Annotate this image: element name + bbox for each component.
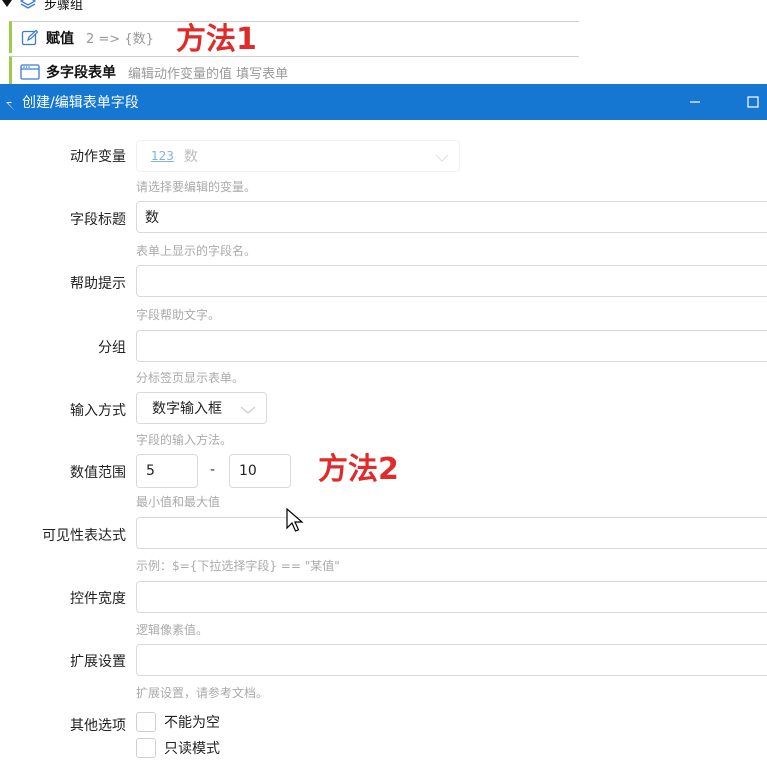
field-title-value: 数 — [145, 210, 159, 226]
checkbox-box[interactable] — [136, 712, 156, 732]
edit-icon — [20, 28, 40, 48]
step-title: 多字段表单 — [46, 65, 116, 81]
help-width: 逻辑像素值。 — [136, 623, 209, 637]
action-var-select[interactable]: 123 数 — [136, 140, 460, 172]
step-row-assign[interactable]: 赋值 2 => {数} — [9, 21, 579, 53]
ext-input[interactable] — [136, 644, 767, 676]
checkbox-readonly[interactable]: 只读模式 — [136, 738, 220, 758]
label-group: 分组 — [98, 340, 126, 356]
input-mode-select[interactable]: 数字输入框 — [136, 392, 267, 424]
step-group-label: 步骤组 — [44, 0, 84, 13]
label-range: 数值范围 — [70, 465, 126, 481]
range-min-input[interactable]: 5 — [136, 454, 198, 488]
lightning-icon — [2, 92, 16, 112]
action-var-value: 数 — [183, 149, 198, 165]
annotation-method1: 方法1 — [176, 22, 257, 57]
chevron-down-icon — [240, 403, 256, 419]
field-title-input[interactable]: 数 — [136, 201, 767, 233]
range-max-input[interactable]: 10 — [229, 454, 291, 488]
help-help-tip: 字段帮助文字。 — [136, 308, 221, 322]
step-desc: 2 => {数} — [86, 32, 154, 47]
checkbox-label: 只读模式 — [164, 741, 220, 757]
step-title: 赋值 — [46, 30, 74, 47]
visible-expr-input[interactable] — [136, 517, 767, 549]
checkbox-label: 不能为空 — [164, 715, 220, 731]
input-mode-value: 数字输入框 — [152, 401, 222, 417]
dialog-title: 创建/编辑表单字段 — [22, 95, 139, 111]
help-group: 分标签页显示表单。 — [136, 371, 245, 385]
dialog-titlebar[interactable]: 创建/编辑表单字段 — [0, 84, 767, 120]
range-min-value: 5 — [146, 463, 155, 479]
help-ext: 扩展设置，请参考文档。 — [136, 686, 269, 700]
help-action-var: 请选择要编辑的变量。 — [136, 180, 257, 194]
window-icon — [20, 62, 40, 82]
label-field-title: 字段标题 — [70, 212, 126, 228]
help-tip-input[interactable] — [136, 265, 767, 297]
label-visible-expr: 可见性表达式 — [42, 528, 126, 544]
help-visible-expr: 示例：$={下拉选择字段} == "某值" — [136, 559, 340, 573]
chevron-down-icon — [435, 151, 449, 167]
checkbox-box[interactable] — [136, 738, 156, 758]
label-width: 控件宽度 — [70, 591, 126, 607]
maximize-button[interactable] — [743, 92, 763, 112]
label-ext: 扩展设置 — [70, 654, 126, 670]
help-range: 最小值和最大值 — [136, 495, 221, 509]
step-tree: 步骤组 赋值 2 => {数} 多字段表单 编辑动作变量的值 填写表单 — [0, 0, 580, 92]
step-desc: 编辑动作变量的值 填写表单 — [128, 66, 289, 82]
group-input[interactable] — [136, 330, 767, 362]
label-input-mode: 输入方式 — [70, 403, 126, 419]
annotation-method2: 方法2 — [318, 452, 399, 487]
checkbox-required[interactable]: 不能为空 — [136, 712, 220, 732]
label-action-var: 动作变量 — [70, 149, 126, 165]
step-group-header[interactable]: 步骤组 — [0, 0, 83, 14]
layers-icon — [18, 0, 38, 13]
help-field-title: 表单上显示的字段名。 — [136, 244, 257, 258]
number-type-icon: 123 — [151, 149, 174, 163]
minimize-button[interactable] — [685, 92, 705, 112]
label-other: 其他选项 — [70, 718, 126, 734]
label-help-tip: 帮助提示 — [70, 276, 126, 292]
help-input-mode: 字段的输入方法。 — [136, 433, 233, 447]
mouse-cursor-icon — [286, 507, 304, 538]
width-input[interactable] — [136, 581, 767, 613]
range-max-value: 10 — [239, 463, 257, 479]
range-separator: - — [210, 462, 216, 478]
caret-down-icon[interactable] — [2, 0, 12, 7]
